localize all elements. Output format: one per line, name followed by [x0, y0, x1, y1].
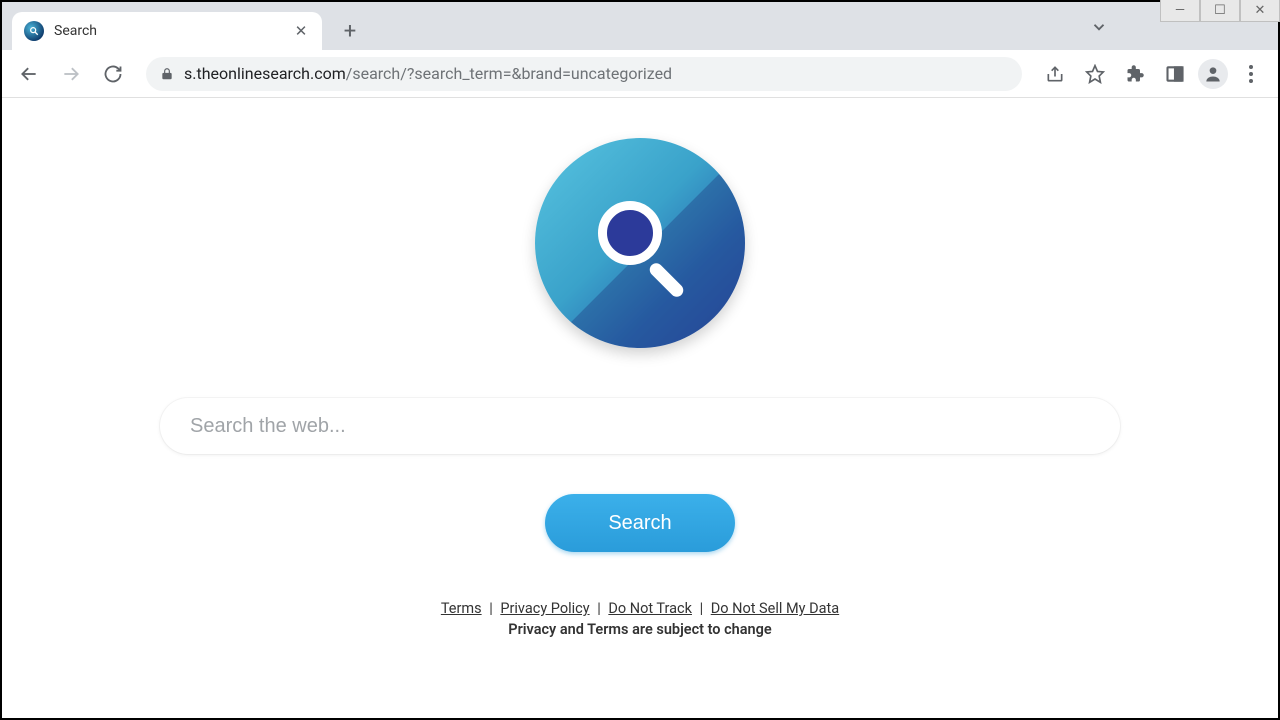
sidepanel-button[interactable]: [1158, 57, 1192, 91]
lock-icon: [160, 67, 174, 81]
page-content: Search Terms | Privacy Policy | Do Not T…: [2, 98, 1278, 718]
footer-separator: |: [594, 600, 605, 617]
window-controls: — ☐ ✕: [1160, 0, 1280, 22]
url-text: s.theonlinesearch.com/search/?search_ter…: [184, 64, 1008, 83]
bookmark-button[interactable]: [1078, 57, 1112, 91]
do-not-track-link[interactable]: Do Not Track: [608, 600, 692, 617]
browser-toolbar: s.theonlinesearch.com/search/?search_ter…: [2, 50, 1278, 98]
footer: Terms | Privacy Policy | Do Not Track | …: [441, 600, 839, 638]
back-button[interactable]: [12, 57, 46, 91]
footer-separator: |: [486, 600, 497, 617]
kebab-icon: [1249, 65, 1253, 83]
address-bar[interactable]: s.theonlinesearch.com/search/?search_ter…: [146, 57, 1022, 91]
footer-links: Terms | Privacy Policy | Do Not Track | …: [441, 600, 839, 617]
browser-tab[interactable]: Search ✕: [12, 12, 322, 50]
logo-circle-icon: [535, 138, 745, 348]
forward-button[interactable]: [54, 57, 88, 91]
url-path: /search/?search_term=&brand=uncategorize…: [346, 64, 672, 83]
profile-button[interactable]: [1198, 59, 1228, 89]
favicon-icon: [24, 21, 44, 41]
minimize-button[interactable]: —: [1160, 0, 1200, 22]
do-not-sell-link[interactable]: Do Not Sell My Data: [711, 600, 839, 617]
extensions-button[interactable]: [1118, 57, 1152, 91]
url-domain: s.theonlinesearch.com: [184, 64, 346, 83]
tab-close-button[interactable]: ✕: [292, 22, 310, 40]
search-input[interactable]: [160, 398, 1120, 454]
close-window-button[interactable]: ✕: [1240, 0, 1280, 22]
new-tab-button[interactable]: +: [334, 15, 366, 47]
footer-separator: |: [696, 600, 707, 617]
menu-button[interactable]: [1234, 57, 1268, 91]
magnifier-icon: [608, 211, 672, 275]
tab-strip: Search ✕ +: [2, 2, 1278, 50]
tabs-dropdown-button[interactable]: [1090, 18, 1108, 40]
site-logo: [535, 138, 745, 348]
reload-button[interactable]: [96, 57, 130, 91]
share-button[interactable]: [1038, 57, 1072, 91]
search-button[interactable]: Search: [545, 494, 735, 552]
footer-note: Privacy and Terms are subject to change: [441, 621, 839, 638]
toolbar-actions: [1038, 57, 1268, 91]
tab-title: Search: [54, 23, 282, 39]
privacy-link[interactable]: Privacy Policy: [500, 600, 589, 617]
maximize-button[interactable]: ☐: [1200, 0, 1240, 22]
terms-link[interactable]: Terms: [441, 600, 482, 617]
